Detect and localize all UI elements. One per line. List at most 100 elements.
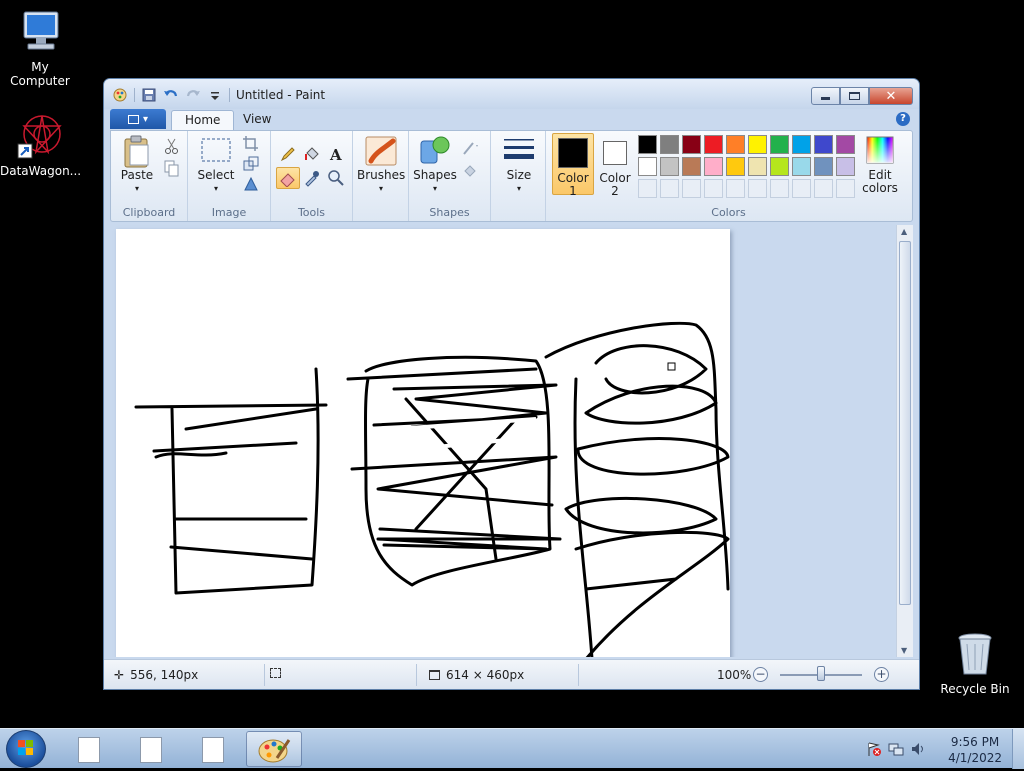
taskbar-item-paint[interactable] (246, 731, 302, 767)
save-icon[interactable] (141, 87, 157, 103)
palette-custom-swatch[interactable] (726, 179, 745, 198)
shapes-button[interactable]: Shapes ▾ (413, 135, 457, 195)
shape-fill-icon[interactable] (461, 161, 479, 179)
svg-text:A: A (329, 146, 342, 163)
palette-color-swatch[interactable] (704, 135, 723, 154)
clock[interactable]: 9:56 PM 4/1/2022 (948, 734, 1002, 766)
palette-color-swatch[interactable] (792, 135, 811, 154)
edit-colors-button[interactable]: Edit colors (858, 135, 902, 195)
palette-color-swatch[interactable] (682, 135, 701, 154)
desktop-icon-datawagon[interactable]: DataWagon... (0, 112, 81, 178)
palette-color-swatch[interactable] (726, 135, 745, 154)
maximize-button[interactable] (840, 87, 869, 105)
paint-app-icon[interactable] (112, 87, 128, 103)
rotate-icon[interactable] (242, 175, 260, 193)
fill-icon[interactable] (303, 145, 321, 163)
palette-custom-swatch[interactable] (748, 179, 767, 198)
canvas-size-value: 614 × 460px (446, 668, 525, 682)
color2-button[interactable]: Color 2 (594, 133, 636, 198)
brushes-button[interactable]: Brushes ▾ (357, 135, 405, 195)
network-icon[interactable] (888, 741, 904, 757)
scroll-down-icon[interactable]: ▼ (901, 646, 907, 655)
palette-color-swatch[interactable] (770, 157, 789, 176)
start-button[interactable] (6, 730, 46, 768)
taskbar-item-document-2[interactable] (122, 731, 178, 767)
scroll-up-icon[interactable]: ▲ (901, 227, 907, 236)
eraser-button[interactable] (276, 167, 300, 189)
action-center-icon[interactable] (866, 741, 882, 757)
palette-color-swatch[interactable] (770, 135, 789, 154)
palette-custom-swatch[interactable] (638, 179, 657, 198)
desktop-icon-recycle-bin[interactable]: Recycle Bin (935, 630, 1015, 696)
chevron-down-icon: ▾ (142, 113, 149, 125)
palette-color-swatch[interactable] (748, 135, 767, 154)
pencil-icon[interactable] (279, 145, 297, 163)
palette-color-swatch[interactable] (660, 157, 679, 176)
chevron-down-icon: ▾ (516, 184, 521, 193)
magnifier-icon[interactable] (327, 169, 345, 187)
group-label: Clipboard (122, 206, 176, 219)
size-button[interactable]: Size ▾ (497, 135, 541, 195)
canvas-size-icon (429, 670, 440, 680)
paint-menu-button[interactable]: ▾ (110, 109, 166, 129)
taskbar-item-document-3[interactable] (184, 731, 240, 767)
crop-icon[interactable] (242, 135, 260, 153)
palette-color-swatch[interactable] (682, 157, 701, 176)
paste-button[interactable]: Paste ▾ (115, 135, 159, 195)
group-label: Image (211, 206, 247, 219)
palette-color-swatch[interactable] (814, 135, 833, 154)
palette-color-swatch[interactable] (836, 157, 855, 176)
palette-color-swatch[interactable] (814, 157, 833, 176)
palette-color-swatch[interactable] (726, 157, 745, 176)
color1-button[interactable]: Color 1 (552, 133, 594, 198)
desktop-icon-my-computer[interactable]: My Computer (0, 8, 80, 88)
palette-custom-swatch[interactable] (836, 179, 855, 198)
palette-color-swatch[interactable] (792, 157, 811, 176)
drawing-canvas[interactable] (116, 229, 730, 657)
tab-home[interactable]: Home (171, 110, 235, 130)
group-label: Colors (711, 206, 746, 219)
outline-icon[interactable] (461, 139, 479, 157)
resize-icon[interactable] (242, 155, 260, 173)
text-icon[interactable]: A (327, 145, 345, 163)
palette-color-swatch[interactable] (748, 157, 767, 176)
redo-icon[interactable] (185, 87, 201, 103)
palette-color-swatch[interactable] (660, 135, 679, 154)
palette-color-swatch[interactable] (638, 135, 657, 154)
cut-icon[interactable] (163, 137, 181, 155)
canvas-size: 614 × 460px (429, 668, 524, 682)
clock-date: 4/1/2022 (948, 751, 1002, 765)
minimize-icon (821, 97, 830, 100)
scroll-thumb[interactable] (899, 241, 911, 605)
undo-icon[interactable] (163, 87, 179, 103)
minimize-button[interactable] (811, 87, 840, 105)
help-icon[interactable]: ? (896, 112, 910, 126)
title-bar[interactable]: Untitled - Paint ✕ (104, 79, 919, 109)
ribbon-tabs: ▾ Home View ? (110, 109, 913, 130)
palette-custom-swatch[interactable] (682, 179, 701, 198)
zoom-out-button[interactable]: − (753, 667, 768, 682)
customize-qat-icon[interactable] (207, 87, 223, 103)
edit-colors-label-2: colors (862, 181, 898, 195)
palette-color-swatch[interactable] (836, 135, 855, 154)
palette-color-swatch[interactable] (638, 157, 657, 176)
copy-icon[interactable] (163, 159, 181, 177)
tab-view[interactable]: View (230, 110, 284, 130)
computer-icon (16, 8, 64, 56)
select-button[interactable]: Select ▾ (194, 135, 238, 195)
desktop-icon-label: Recycle Bin (940, 682, 1010, 696)
zoom-in-button[interactable]: + (874, 667, 889, 682)
palette-custom-swatch[interactable] (704, 179, 723, 198)
volume-icon[interactable] (910, 741, 926, 757)
show-desktop-button[interactable] (1012, 729, 1024, 769)
palette-custom-swatch[interactable] (660, 179, 679, 198)
palette-custom-swatch[interactable] (814, 179, 833, 198)
close-button[interactable]: ✕ (869, 87, 913, 105)
vertical-scrollbar[interactable]: ▲ ▼ (896, 225, 913, 657)
palette-custom-swatch[interactable] (770, 179, 789, 198)
palette-custom-swatch[interactable] (792, 179, 811, 198)
color-picker-icon[interactable] (303, 169, 321, 187)
taskbar-item-document-1[interactable] (60, 731, 116, 767)
palette-color-swatch[interactable] (704, 157, 723, 176)
zoom-slider-thumb[interactable] (817, 666, 825, 681)
